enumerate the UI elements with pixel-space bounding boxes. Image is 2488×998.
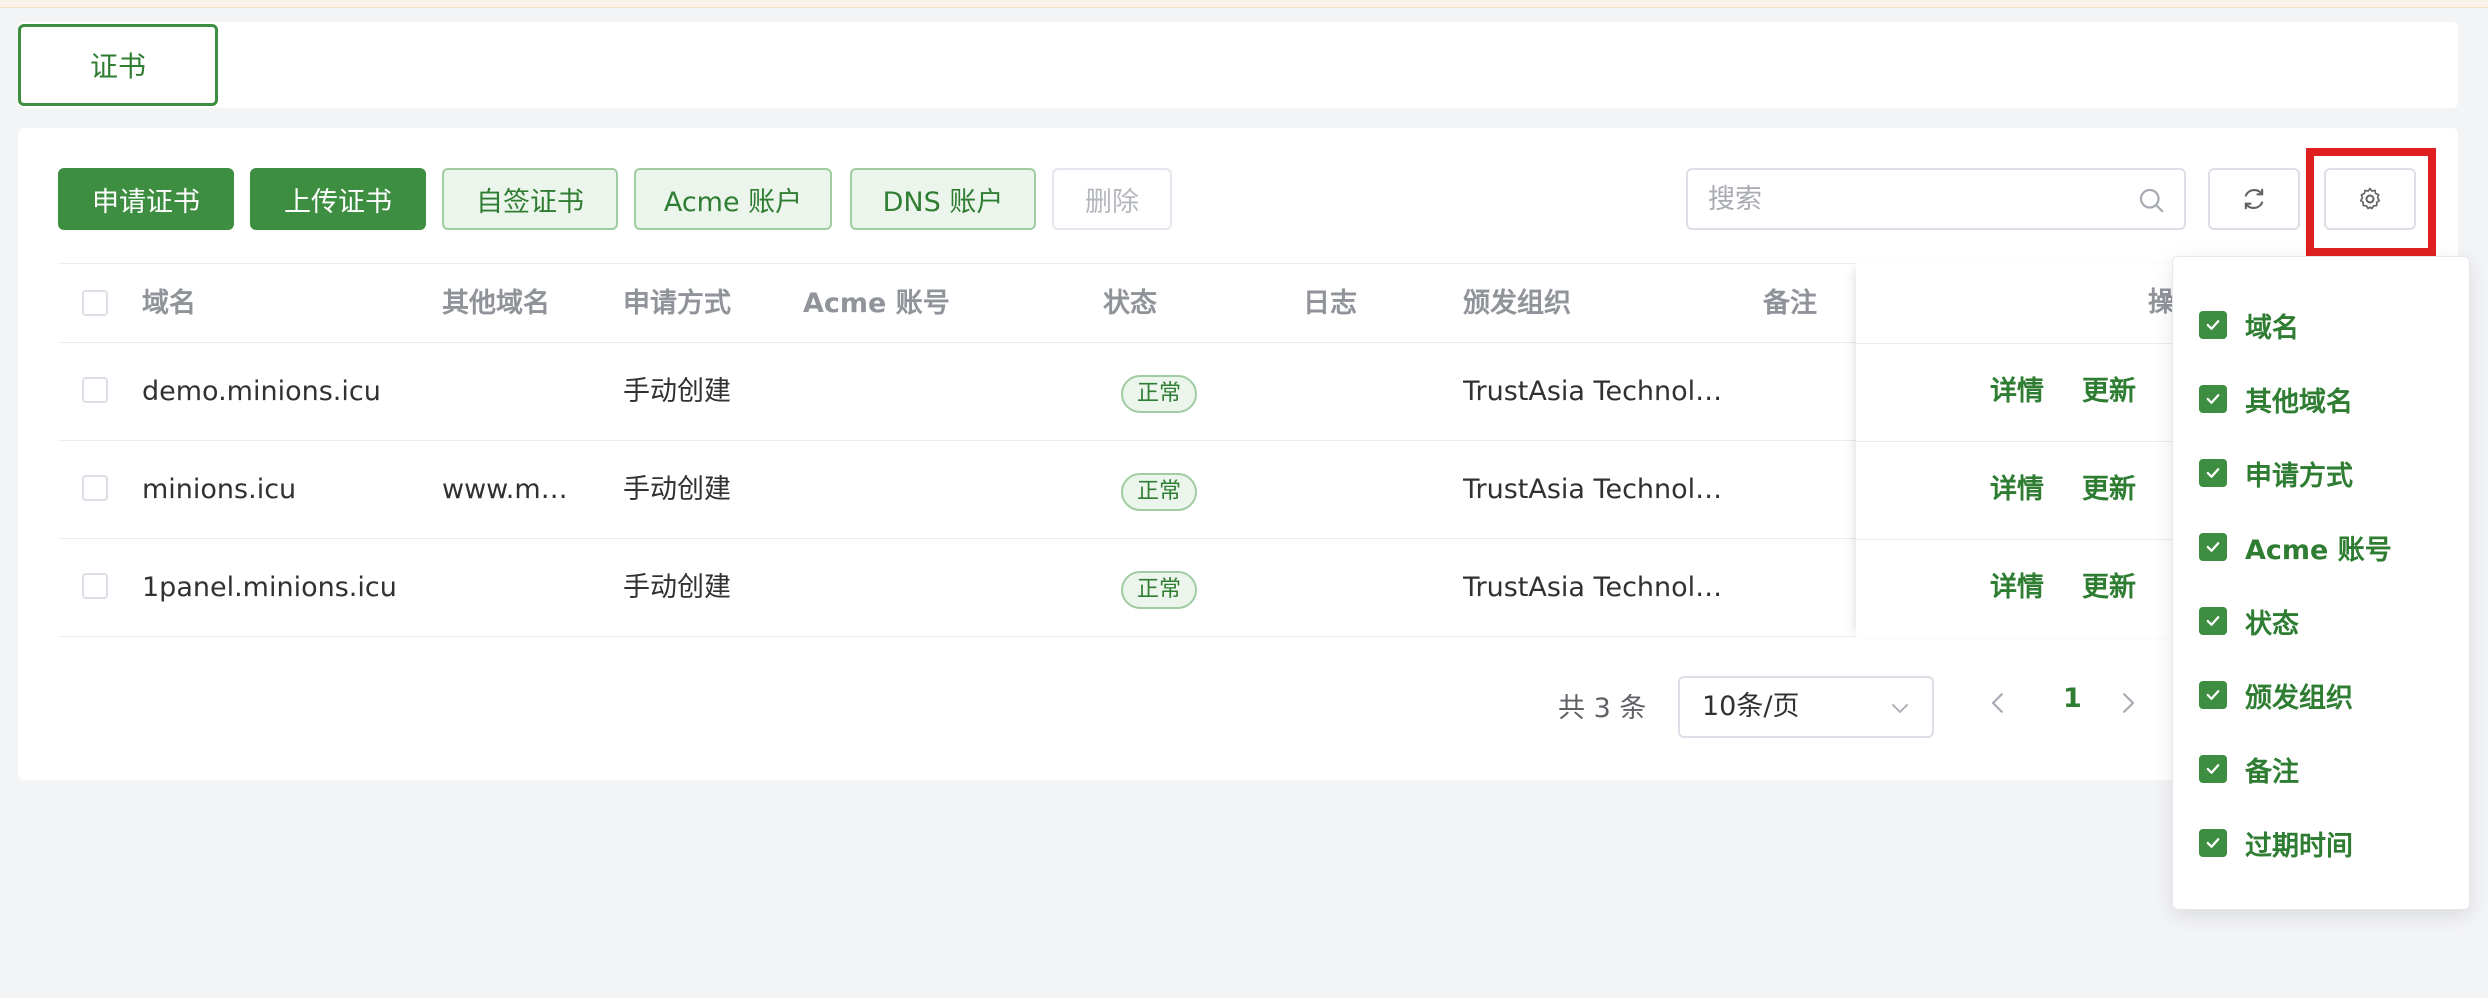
search-icon[interactable]	[2136, 185, 2166, 215]
column-option-other-domains[interactable]: 其他域名	[2199, 379, 2353, 419]
top-notice-strip	[0, 0, 2488, 8]
row-checkbox[interactable]	[82, 573, 108, 599]
tab-certificates[interactable]: 证书	[18, 24, 218, 106]
checkbox-checked-icon	[2199, 459, 2227, 487]
cell-issuer: TrustAsia Technol…	[1463, 474, 1723, 505]
header-domain: 域名	[142, 288, 196, 319]
column-option-apply-method[interactable]: 申请方式	[2199, 453, 2353, 493]
header-issuer: 颁发组织	[1463, 288, 1571, 319]
checkbox-checked-icon	[2199, 533, 2227, 561]
row-checkbox[interactable]	[82, 475, 108, 501]
column-option-label: Acme 账号	[2245, 534, 2392, 566]
search-box	[1686, 168, 2186, 230]
header-acme-account: Acme 账号	[803, 288, 950, 319]
cell-domain: 1panel.minions.icu	[142, 572, 397, 603]
status-badge: 正常	[1121, 375, 1198, 413]
current-page[interactable]: 1	[2063, 683, 2082, 714]
header-other-domains: 其他域名	[442, 288, 550, 319]
header-apply-method: 申请方式	[623, 288, 731, 319]
highlight-box	[2306, 148, 2436, 256]
cell-issuer: TrustAsia Technol…	[1463, 376, 1723, 407]
header-status: 状态	[1103, 288, 1157, 319]
column-option-label: 其他域名	[2245, 386, 2353, 418]
status-badge: 正常	[1121, 571, 1198, 609]
header-log: 日志	[1303, 288, 1357, 319]
cell-issuer: TrustAsia Technol…	[1463, 572, 1723, 603]
select-all-checkbox[interactable]	[82, 290, 108, 316]
cell-apply-method: 手动创建	[623, 572, 731, 603]
cell-other-domains	[442, 539, 612, 637]
column-option-status[interactable]: 状态	[2199, 601, 2299, 641]
tab-bar: 证书	[18, 22, 2458, 108]
refresh-icon	[2244, 188, 2264, 210]
upload-cert-button[interactable]: 上传证书	[250, 168, 426, 230]
checkbox-checked-icon	[2199, 607, 2227, 635]
column-option-expire-time[interactable]: 过期时间	[2199, 823, 2353, 863]
self-signed-cert-button[interactable]: 自签证书	[442, 168, 618, 230]
column-option-label: 备注	[2245, 756, 2299, 788]
column-option-label: 申请方式	[2245, 460, 2353, 492]
next-page-icon[interactable]	[2113, 688, 2143, 718]
checkbox-checked-icon	[2199, 311, 2227, 339]
detail-link[interactable]: 详情	[1990, 441, 2044, 539]
cell-apply-method: 手动创建	[623, 376, 731, 407]
column-option-label: 域名	[2245, 312, 2299, 344]
column-option-label: 颁发组织	[2245, 682, 2353, 714]
checkbox-checked-icon	[2199, 385, 2227, 413]
search-input[interactable]	[1708, 170, 2128, 228]
certificate-panel: 申请证书 上传证书 自签证书 Acme 账户 DNS 账户 删除 域名 其他域名…	[18, 128, 2458, 780]
pagination-total: 共 3 条	[1558, 693, 1647, 724]
row-checkbox[interactable]	[82, 377, 108, 403]
refresh-button[interactable]	[2208, 168, 2300, 230]
renew-link[interactable]: 更新	[2082, 539, 2136, 637]
delete-button[interactable]: 删除	[1052, 168, 1172, 230]
column-option-label: 状态	[2245, 608, 2299, 640]
cell-domain: demo.minions.icu	[142, 376, 381, 407]
detail-link[interactable]: 详情	[1990, 343, 2044, 441]
cell-domain: minions.icu	[142, 474, 297, 505]
cell-other-domains	[442, 343, 612, 441]
apply-cert-button[interactable]: 申请证书	[58, 168, 234, 230]
status-badge: 正常	[1121, 473, 1198, 511]
cell-other-domains: www.m…	[442, 474, 568, 505]
checkbox-checked-icon	[2199, 681, 2227, 709]
renew-link[interactable]: 更新	[2082, 441, 2136, 539]
page-size-value: 10条/页	[1702, 691, 1800, 722]
checkbox-checked-icon	[2199, 829, 2227, 857]
column-option-acme-account[interactable]: Acme 账号	[2199, 527, 2392, 567]
dns-account-button[interactable]: DNS 账户	[850, 168, 1036, 230]
page-size-select[interactable]: 10条/页	[1678, 676, 1934, 738]
column-visibility-dropdown: 域名 其他域名 申请方式 Acme 账号 状态 颁发组织 备注 过期时间	[2172, 256, 2470, 910]
detail-link[interactable]: 详情	[1990, 539, 2044, 637]
column-option-remark[interactable]: 备注	[2199, 749, 2299, 789]
renew-link[interactable]: 更新	[2082, 343, 2136, 441]
column-option-label: 过期时间	[2245, 830, 2353, 862]
acme-account-button[interactable]: Acme 账户	[634, 168, 832, 230]
column-option-domain[interactable]: 域名	[2199, 305, 2299, 345]
column-option-issuer[interactable]: 颁发组织	[2199, 675, 2353, 715]
header-remark: 备注	[1763, 288, 1817, 319]
chevron-down-icon	[1892, 704, 1908, 713]
checkbox-checked-icon	[2199, 755, 2227, 783]
prev-page-icon[interactable]	[1983, 688, 2013, 718]
cell-apply-method: 手动创建	[623, 474, 731, 505]
